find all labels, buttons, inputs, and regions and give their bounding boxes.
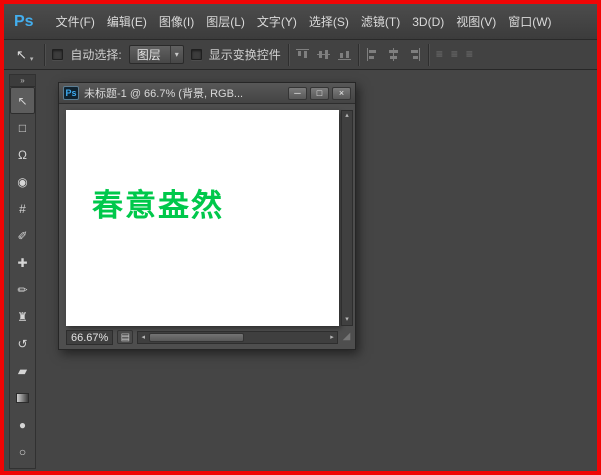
gradient-tool[interactable] (10, 384, 35, 411)
eyedropper-tool[interactable]: ✐ (10, 222, 35, 249)
align-horizontal-center-icon[interactable] (387, 48, 400, 61)
align-bottom-icon[interactable] (338, 48, 351, 61)
dodge-tool-icon: ○ (19, 445, 26, 459)
tool-preset-picker[interactable]: ↖ ▾ (12, 45, 37, 65)
distribute-left-icon[interactable]: ≡ (436, 48, 443, 61)
show-transform-controls-checkbox[interactable] (191, 49, 202, 60)
window-controls: ─ □ × (288, 87, 351, 100)
align-centers-group (366, 48, 421, 61)
document-canvas[interactable]: 春意盎然 (66, 110, 339, 326)
history-brush-tool-icon: ↺ (17, 337, 27, 351)
horizontal-scrollbar[interactable]: ◂ ▸ (137, 331, 338, 344)
clone-stamp-tool-icon: ♜ (17, 310, 28, 324)
panel-collapse-button[interactable]: » (10, 75, 35, 87)
document-statusbar: 66.67% ▤ ◂ ▸ (66, 329, 338, 345)
menu-file[interactable]: 文件(F) (50, 4, 101, 40)
show-transform-controls-label: 显示变换控件 (209, 46, 281, 63)
separator (428, 44, 429, 66)
menu-type[interactable]: 文字(Y) (251, 4, 303, 40)
lasso-tool-icon: Ω (18, 148, 27, 162)
separator (288, 44, 289, 66)
menu-3d[interactable]: 3D(D) (406, 4, 450, 40)
lasso-tool[interactable]: Ω (10, 141, 35, 168)
eraser-tool[interactable]: ▰ (10, 357, 35, 384)
photoshop-window: Ps 文件(F) 编辑(E) 图像(I) 图层(L) 文字(Y) 选择(S) 滤… (0, 0, 601, 475)
minimize-button[interactable]: ─ (288, 87, 307, 100)
auto-select-checkbox[interactable] (52, 49, 63, 60)
horizontal-scroll-thumb[interactable] (149, 333, 244, 342)
crop-tool[interactable]: # (10, 195, 35, 222)
close-button[interactable]: × (332, 87, 351, 100)
scroll-right-arrow-icon[interactable]: ▸ (327, 332, 337, 343)
menu-select[interactable]: 选择(S) (303, 4, 355, 40)
separator (44, 44, 45, 66)
move-tool-icon: ↖ (16, 47, 27, 63)
menu-window[interactable]: 窗口(W) (502, 4, 557, 40)
crop-tool-icon: # (19, 202, 26, 216)
document-ps-badge-icon: Ps (63, 86, 79, 100)
move-tool-icon: ↖ (17, 94, 27, 108)
tool-options-bar: ↖ ▾ 自动选择: 图层 ▾ 显示变换控件 ≡ ≡ ≡ (4, 40, 597, 70)
scroll-left-arrow-icon[interactable]: ◂ (138, 332, 148, 343)
align-vertical-center-icon[interactable] (317, 48, 330, 61)
menu-bar: Ps 文件(F) 编辑(E) 图像(I) 图层(L) 文字(Y) 选择(S) 滤… (4, 4, 597, 40)
brush-tool[interactable]: ✏ (10, 276, 35, 303)
history-brush-tool[interactable]: ↺ (10, 330, 35, 357)
eraser-tool-icon: ▰ (18, 364, 27, 378)
menu-filter[interactable]: 滤镜(T) (355, 4, 406, 40)
align-edges-group (296, 48, 351, 61)
menu-layer[interactable]: 图层(L) (200, 4, 251, 40)
eyedropper-tool-icon: ✐ (17, 229, 27, 243)
align-top-icon[interactable] (296, 48, 309, 61)
separator (358, 44, 359, 66)
move-tool[interactable]: ↖ (10, 87, 35, 114)
document-status-icon[interactable]: ▤ (117, 330, 133, 344)
chevron-down-icon: ▾ (170, 46, 183, 63)
vertical-scrollbar[interactable]: ▴ ▾ (341, 110, 353, 326)
align-right-icon[interactable] (408, 48, 421, 61)
blur-tool[interactable]: ● (10, 411, 35, 438)
distribute-right-icon[interactable]: ≡ (466, 48, 473, 61)
chevron-down-icon: ▾ (30, 55, 34, 63)
align-left-icon[interactable] (366, 48, 379, 61)
document-title: 未标题-1 @ 66.7% (背景, RGB... (84, 85, 243, 101)
blur-tool-icon: ● (19, 418, 26, 432)
auto-select-target-dropdown[interactable]: 图层 ▾ (129, 45, 184, 64)
marquee-tool-icon: □ (19, 121, 26, 135)
auto-select-label: 自动选择: (70, 46, 121, 63)
document-titlebar[interactable]: Ps 未标题-1 @ 66.7% (背景, RGB... ─ □ × (59, 83, 355, 104)
menu-view[interactable]: 视图(V) (450, 4, 502, 40)
window-resize-grip[interactable]: ◢ (340, 329, 353, 345)
healing-brush-tool-icon: ✚ (17, 256, 27, 270)
distribute-center-icon[interactable]: ≡ (451, 48, 458, 61)
zoom-level-field[interactable]: 66.67% (66, 330, 113, 345)
dropdown-value: 图层 (137, 46, 161, 63)
photoshop-logo: Ps (14, 13, 34, 31)
gradient-tool-icon (16, 393, 29, 403)
clone-stamp-tool[interactable]: ♜ (10, 303, 35, 330)
dodge-tool[interactable]: ○ (10, 438, 35, 465)
menu-image[interactable]: 图像(I) (153, 4, 200, 40)
scroll-down-arrow-icon[interactable]: ▾ (342, 315, 352, 325)
menu-edit[interactable]: 编辑(E) (101, 4, 153, 40)
canvas-text: 春意盎然 (92, 180, 224, 225)
quick-selection-tool[interactable]: ◉ (10, 168, 35, 195)
brush-tool-icon: ✏ (17, 283, 27, 297)
maximize-button[interactable]: □ (310, 87, 329, 100)
healing-brush-tool[interactable]: ✚ (10, 249, 35, 276)
quick-selection-tool-icon: ◉ (17, 175, 27, 189)
scroll-up-arrow-icon[interactable]: ▴ (342, 111, 352, 121)
distribute-group: ≡ ≡ ≡ (436, 48, 473, 61)
tools-panel: » ↖ □ Ω ◉ # ✐ ✚ ✏ ♜ ↺ ▰ ● ○ (9, 74, 36, 469)
rectangular-marquee-tool[interactable]: □ (10, 114, 35, 141)
document-window: Ps 未标题-1 @ 66.7% (背景, RGB... ─ □ × 春意盎然 … (58, 82, 356, 350)
